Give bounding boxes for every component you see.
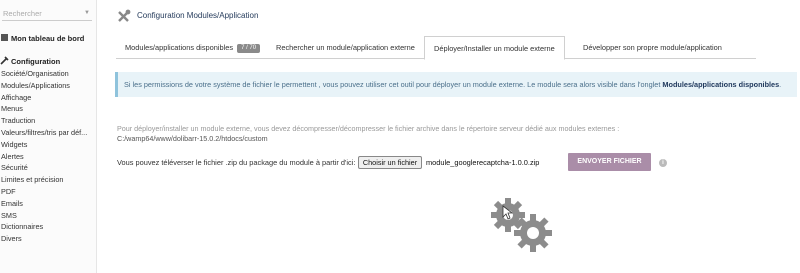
info-link[interactable]: Modules/applications disponibles <box>662 80 779 89</box>
gears-icon <box>486 195 556 255</box>
menu-item-dictionaries[interactable]: Dictionnaires <box>0 221 97 233</box>
info-box: Si les permissions de votre système de f… <box>115 72 797 97</box>
menu-item-limits[interactable]: Limites et précision <box>0 174 97 186</box>
menu-item-display[interactable]: Affichage <box>0 92 97 104</box>
menu-item-menus[interactable]: Menus <box>0 103 97 115</box>
configuration-label: Configuration <box>11 57 61 66</box>
menu-item-pdf[interactable]: PDF <box>0 186 97 198</box>
tab-deploy-external[interactable]: Déployer/Installer un module externe <box>424 36 565 60</box>
main-content: Configuration Modules/Application Module… <box>98 0 800 273</box>
menu-item-sms[interactable]: SMS <box>0 210 97 222</box>
wrench-icon <box>0 56 9 65</box>
tab-available-modules[interactable]: Modules/applications disponibles 7 / 70 <box>116 36 269 59</box>
menu-item-widgets[interactable]: Widgets <box>0 139 97 151</box>
info-icon[interactable]: i <box>659 159 667 167</box>
deploy-hint: Pour déployer/installer un module extern… <box>117 124 620 133</box>
menu-dashboard[interactable]: Mon tableau de bord <box>0 33 97 43</box>
page-title: Configuration Modules/Application <box>137 11 259 20</box>
menu-item-default-values[interactable]: Valeurs/filtres/tris par déf... <box>0 127 97 139</box>
home-icon <box>0 33 9 42</box>
menu-configuration[interactable]: Configuration <box>0 56 97 66</box>
configuration-submenu: Société/Organisation Modules/Application… <box>0 68 97 245</box>
tab-label: Développer son propre module/application <box>583 43 722 52</box>
tools-icon <box>117 9 131 23</box>
tab-label: Déployer/Installer un module externe <box>434 44 555 53</box>
menu-item-translation[interactable]: Traduction <box>0 115 97 127</box>
dashboard-label: Mon tableau de bord <box>11 34 85 43</box>
send-file-button[interactable]: ENVOYER FICHIER <box>568 153 651 171</box>
menu-search-input[interactable]: Rechercher ▼ <box>2 6 92 21</box>
tab-develop-module[interactable]: Développer son propre module/application <box>574 36 731 59</box>
choose-file-button[interactable]: Choisir un fichier <box>358 156 422 169</box>
menu-item-security[interactable]: Sécurité <box>0 162 97 174</box>
custom-path: C:/wamp64/www/dolibarr-15.0.2/htdocs/cus… <box>117 134 268 143</box>
menu-item-other[interactable]: Divers <box>0 233 97 245</box>
info-text: Si les permissions de votre système de f… <box>124 80 663 89</box>
tab-search-external[interactable]: Rechercher un module/application externe <box>267 36 424 59</box>
menu-item-modules[interactable]: Modules/Applications <box>0 80 97 92</box>
upload-label: Vous pouvez téléverser le fichier .zip d… <box>117 158 356 167</box>
search-placeholder: Rechercher <box>3 9 42 18</box>
tab-label: Rechercher un module/application externe <box>276 43 415 52</box>
tab-bar: Modules/applications disponibles 7 / 70 R… <box>116 36 756 60</box>
info-suffix: . <box>779 80 782 89</box>
menu-item-emails[interactable]: Emails <box>0 198 97 210</box>
left-menu: Rechercher ▼ Mon tableau de bord Configu… <box>0 0 97 273</box>
selected-file-name: module_googlerecaptcha-1.0.0.zip <box>426 158 540 167</box>
tab-count-badge: 7 / 70 <box>237 44 261 53</box>
tab-label: Modules/applications disponibles <box>125 43 234 52</box>
menu-item-company[interactable]: Société/Organisation <box>0 68 97 80</box>
menu-item-alerts[interactable]: Alertes <box>0 151 97 163</box>
dropdown-arrow-icon[interactable]: ▼ <box>84 6 90 21</box>
